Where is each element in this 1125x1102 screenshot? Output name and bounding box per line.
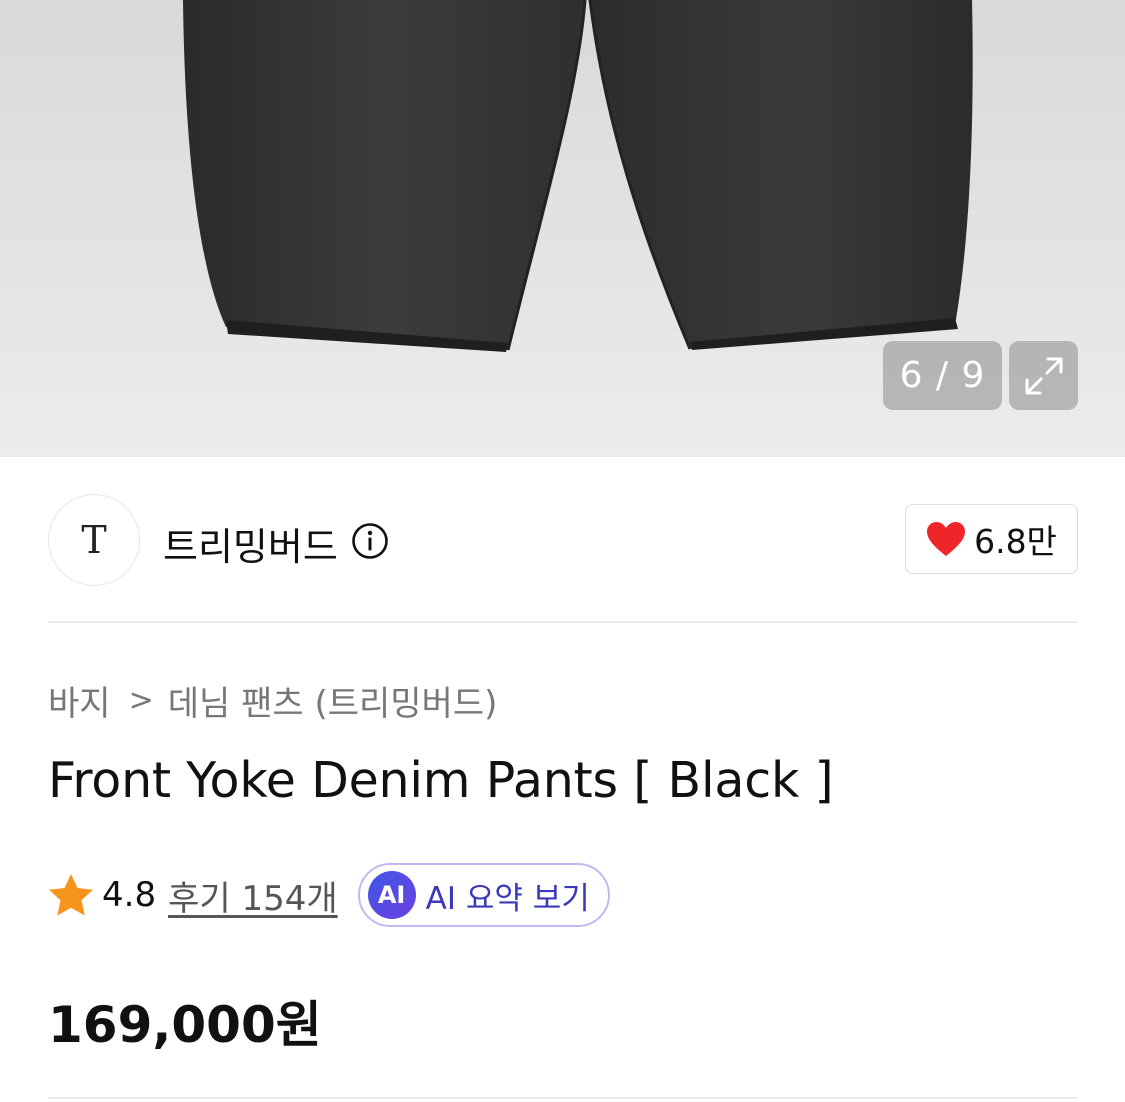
expand-button[interactable] bbox=[1009, 341, 1078, 410]
heart-icon bbox=[927, 522, 966, 556]
rating-value: 4.8 bbox=[102, 875, 157, 915]
breadcrumb-item-subcategory[interactable]: 데님 팬츠 (트리밍버드) bbox=[168, 676, 498, 725]
brand-logo[interactable]: T bbox=[48, 494, 140, 586]
ai-badge-icon: AI bbox=[367, 871, 416, 919]
star-icon bbox=[49, 874, 93, 916]
rating-row: 4.8 후기 154개 AI AI 요약 보기 bbox=[48, 862, 610, 928]
brand-row: T 트리밍버드 6.8만 bbox=[48, 494, 1078, 586]
divider bbox=[48, 1097, 1078, 1099]
breadcrumb-item-category[interactable]: 바지 bbox=[48, 676, 111, 725]
like-button[interactable]: 6.8만 bbox=[905, 504, 1078, 574]
breadcrumb: 바지 > 데님 팬츠 (트리밍버드) bbox=[48, 676, 497, 725]
image-counter: 6 / 9 bbox=[883, 341, 1002, 410]
ai-summary-label: AI 요약 보기 bbox=[425, 880, 590, 917]
divider bbox=[48, 621, 1078, 623]
review-count-link[interactable]: 후기 154개 bbox=[168, 871, 338, 920]
chevron-right-icon: > bbox=[128, 683, 154, 718]
product-price: 169,000원 bbox=[48, 996, 322, 1054]
brand-logo-letter: T bbox=[81, 518, 107, 562]
like-count: 6.8만 bbox=[974, 522, 1057, 561]
ai-summary-button[interactable]: AI AI 요약 보기 bbox=[357, 863, 610, 927]
info-icon[interactable] bbox=[351, 522, 389, 560]
product-title: Front Yoke Denim Pants [ Black ] bbox=[48, 752, 834, 809]
product-image-gallery[interactable]: 6 / 9 bbox=[0, 0, 1125, 457]
brand-name[interactable]: 트리밍버드 bbox=[163, 516, 338, 571]
expand-icon bbox=[1025, 357, 1062, 394]
